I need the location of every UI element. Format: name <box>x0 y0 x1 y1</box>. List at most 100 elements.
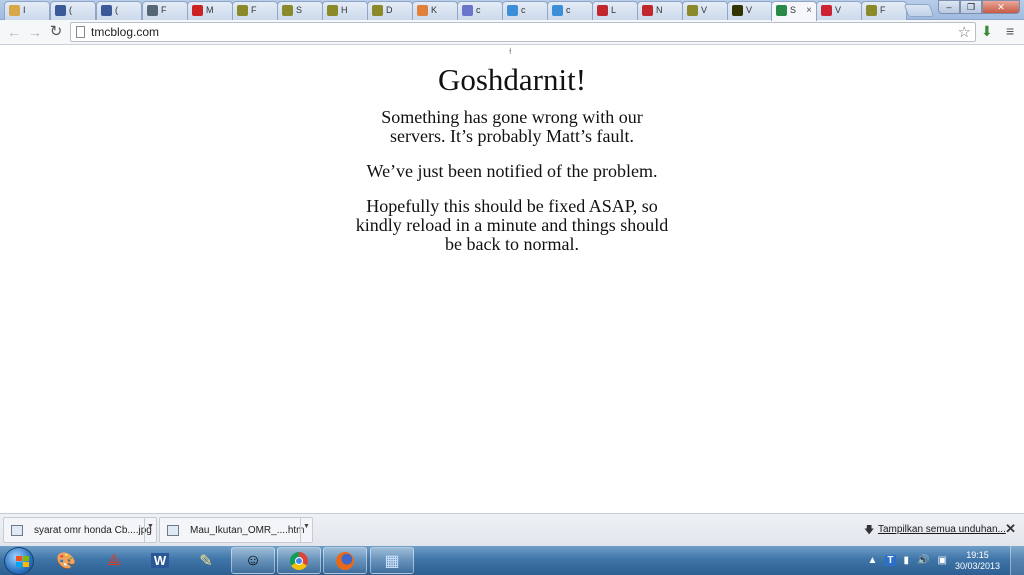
download-name: syarat omr honda Cb....jpg <box>34 525 152 536</box>
taskbar-app-paint-icon[interactable]: 🎨 <box>44 547 88 574</box>
tab-label: F <box>161 5 167 15</box>
tab-label: c <box>521 5 526 15</box>
tab-label: ( <box>69 5 72 15</box>
omr-icon <box>372 5 383 17</box>
taskbar-app-explorer-icon[interactable]: ▦ <box>370 547 414 574</box>
download-menu-arrow-icon[interactable]: ▼ <box>144 518 156 542</box>
tab-label: S <box>296 5 303 15</box>
forward-button[interactable]: → <box>27 24 43 40</box>
taskbar-app-firefox-icon[interactable] <box>323 547 367 574</box>
browser-tab[interactable]: D <box>367 1 413 20</box>
system-tray: ▲ T ▮ 🔊 ▣ 19:15 30/03/2013 <box>868 546 1000 575</box>
taskbar-app-messenger-icon[interactable]: ☺ <box>231 547 275 574</box>
close-window-button[interactable]: ✕ <box>982 0 1020 14</box>
network-icon[interactable]: ▮ <box>904 555 910 566</box>
close-downloads-bar-button[interactable]: ✕ <box>1005 521 1016 537</box>
start-button[interactable] <box>4 547 34 575</box>
browser-tab[interactable]: V <box>816 1 862 20</box>
close-tab-icon[interactable]: × <box>806 2 812 19</box>
browser-tab[interactable]: M <box>187 1 233 20</box>
browser-tab[interactable]: V <box>727 1 773 20</box>
back-button[interactable]: ← <box>6 24 22 40</box>
clock-date: 30/03/2013 <box>954 560 1000 571</box>
window-controls: – ❐ ✕ <box>938 0 1020 14</box>
omr-icon <box>237 5 248 17</box>
download-item[interactable]: Mau_Ikutan_OMR_....htm ▼ <box>159 517 313 543</box>
browser-tab[interactable]: K <box>412 1 458 20</box>
clock[interactable]: 19:15 30/03/2013 <box>955 550 1000 572</box>
error-title: Goshdarnit! <box>437 62 587 97</box>
error-message: Goshdarnit! Something has gone wrong wit… <box>352 60 672 270</box>
page-content: ⍿ Goshdarnit! Something has gone wrong w… <box>0 46 1024 513</box>
browser-tab[interactable]: H <box>322 1 368 20</box>
error-paragraph-3: Hopefully this should be fixed ASAP, so … <box>355 196 669 254</box>
browser-tab[interactable]: c <box>547 1 593 20</box>
browser-tab[interactable]: I <box>4 1 50 20</box>
tab-label: F <box>251 5 257 15</box>
download-item[interactable]: syarat omr honda Cb....jpg ▼ <box>3 517 157 543</box>
error-paragraph-2: We’ve just been notified of the problem. <box>366 161 658 181</box>
browser-tab[interactable]: S × <box>771 1 817 21</box>
browser-tab[interactable]: c <box>502 1 548 20</box>
address-bar[interactable]: tmcblog.com ☆ <box>70 22 976 42</box>
browser-tab[interactable]: L <box>592 1 638 20</box>
browser-tab[interactable]: ( <box>50 1 96 20</box>
flag-icon <box>821 5 832 17</box>
minimize-button[interactable]: – <box>938 0 960 14</box>
tab-label: L <box>611 5 617 15</box>
omr-icon <box>687 5 698 17</box>
clock-time: 19:15 <box>966 549 989 560</box>
html-file-icon <box>167 525 179 536</box>
page-icon <box>147 5 158 17</box>
taskbar-app-chrome-icon[interactable] <box>277 547 321 574</box>
browser-tab[interactable]: S <box>277 1 323 20</box>
windows-taskbar: 🎨 ⟁ W ✎ ☺ ▦ ▲ T ▮ 🔊 ▣ 19:15 30/03/2013 <box>0 546 1024 575</box>
image-file-icon <box>11 525 23 536</box>
reload-button[interactable]: ↻ <box>48 24 64 40</box>
mail-icon <box>9 5 20 17</box>
new-tab-button[interactable] <box>903 4 935 17</box>
tab-label: H <box>341 5 348 15</box>
browser-tab[interactable]: F <box>142 1 188 20</box>
restore-button[interactable]: ❐ <box>960 0 982 14</box>
taskbar-app-word-icon[interactable]: W <box>138 547 182 574</box>
browser-tab[interactable]: V <box>682 1 728 20</box>
browser-tab[interactable]: F <box>861 1 907 20</box>
tab-label: V <box>701 5 708 15</box>
facebook-icon <box>55 5 66 17</box>
url-text[interactable]: tmcblog.com <box>91 25 159 39</box>
red-circle-icon <box>192 5 203 17</box>
tab-label: F <box>880 5 886 15</box>
browser-tab[interactable]: F <box>232 1 278 20</box>
browser-tab[interactable]: N <box>637 1 683 20</box>
r-icon <box>642 5 653 17</box>
show-hidden-icons-icon[interactable]: ▲ <box>868 555 878 566</box>
r-icon <box>597 5 608 17</box>
power-icon[interactable]: ▣ <box>938 555 947 566</box>
browser-tab[interactable]: c <box>457 1 503 20</box>
tab-label: N <box>656 5 663 15</box>
tab-label: c <box>566 5 571 15</box>
download-menu-arrow-icon[interactable]: ▼ <box>300 518 312 542</box>
volume-icon[interactable]: 🔊 <box>917 555 929 566</box>
windows-logo-icon <box>16 556 30 568</box>
browser-toolbar: ← → ↻ tmcblog.com ☆ ⬇ ≡ <box>0 20 1024 45</box>
bookmark-star-icon[interactable]: ☆ <box>958 23 971 41</box>
tab-label: V <box>746 5 753 15</box>
omr-icon <box>282 5 293 17</box>
extension-icon[interactable]: ⬇ <box>981 23 993 40</box>
taskbar-app-notepad-icon[interactable]: ✎ <box>184 547 228 574</box>
downloads-bar: syarat omr honda Cb....jpg ▼ Mau_Ikutan_… <box>0 513 1024 546</box>
taskbar-app-acrobat-icon[interactable]: ⟁ <box>92 547 136 574</box>
site-icon <box>776 5 787 17</box>
language-icon[interactable]: T <box>885 555 896 566</box>
show-all-downloads-link[interactable]: Tampilkan semua unduhan... <box>878 524 1006 535</box>
browser-tab[interactable]: ( <box>96 1 142 20</box>
omr-icon <box>327 5 338 17</box>
omr-icon <box>866 5 877 17</box>
menu-icon[interactable]: ≡ <box>1006 23 1014 39</box>
google-plus-icon <box>462 5 473 17</box>
show-desktop-button[interactable] <box>1010 546 1024 575</box>
tab-label: M <box>206 5 214 15</box>
avatar-icon <box>417 5 428 17</box>
